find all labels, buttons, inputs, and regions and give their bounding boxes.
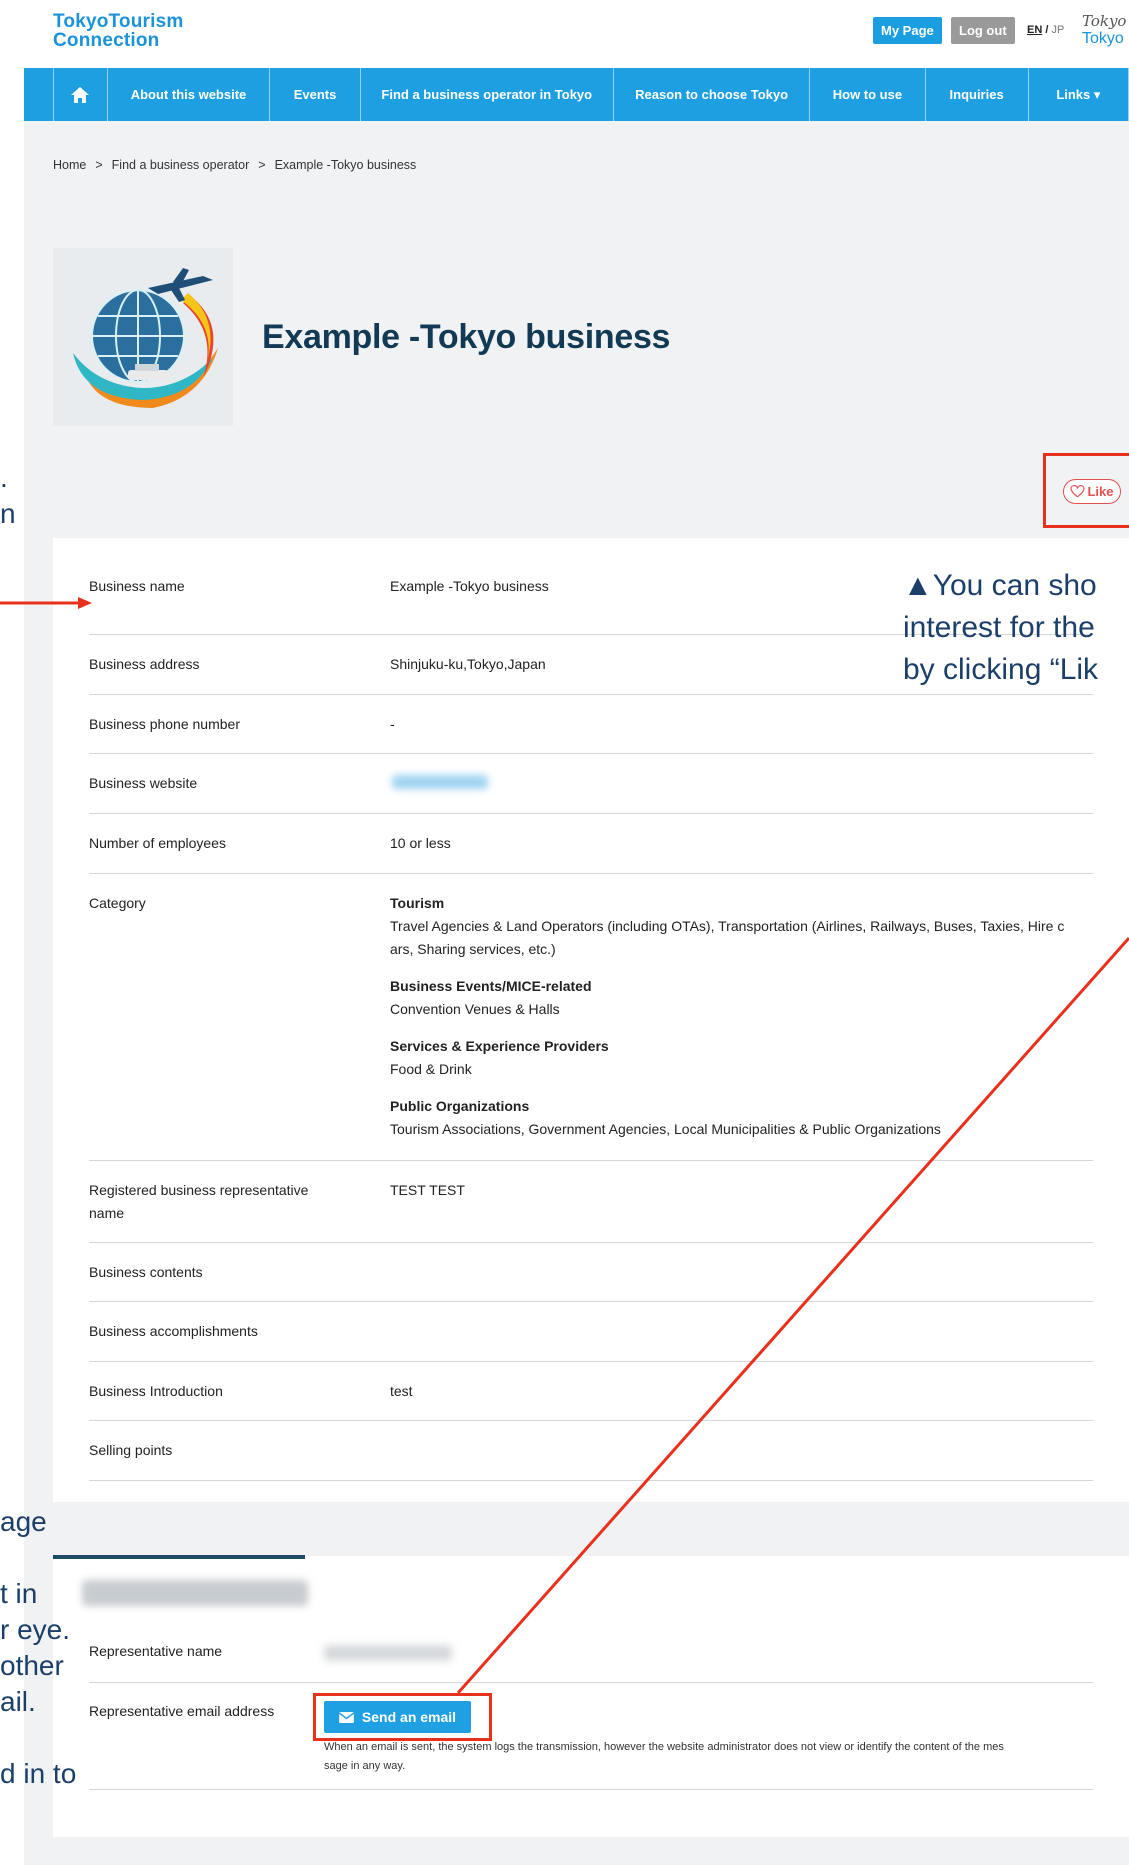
annotation-fragment-line bbox=[0, 1720, 80, 1756]
home-icon bbox=[71, 86, 90, 103]
annotation-fragment-line: r eye. bbox=[0, 1614, 71, 1645]
representative-email-label: Representative email address bbox=[89, 1703, 275, 1719]
detail-label: Number of employees bbox=[89, 835, 226, 851]
detail-label: Category bbox=[89, 895, 146, 911]
breadcrumb: Home > Find a business operator > Example -T… bbox=[53, 158, 416, 172]
divider bbox=[89, 1789, 1093, 1790]
representative-name-value bbox=[324, 1645, 452, 1661]
email-disclaimer-line-2: sage in any way. bbox=[324, 1760, 406, 1772]
detail-label: Business name bbox=[89, 578, 185, 594]
globe-airplane-icon bbox=[53, 248, 233, 426]
tokyo-brand-logo[interactable]: Tokyo Tokyo bbox=[1082, 12, 1129, 52]
language-switcher: EN / JP bbox=[1027, 24, 1064, 36]
annotation-fragment-line: t in bbox=[0, 1578, 38, 1609]
annotation-fragment-bottom: age t in r eye. other ail. d in to bbox=[0, 1504, 80, 1792]
detail-row: Category Tourism Travel Agencies & Land … bbox=[89, 874, 1093, 1161]
tokyo-logo-text: Tokyo bbox=[1082, 30, 1124, 47]
breadcrumb-home[interactable]: Home bbox=[53, 158, 86, 172]
detail-row: Business accomplishments bbox=[89, 1302, 1093, 1362]
nav-home[interactable] bbox=[53, 68, 107, 121]
annotation-fragment-line: . bbox=[0, 462, 8, 493]
detail-label: Business phone number bbox=[89, 716, 240, 732]
logout-button[interactable]: Log out bbox=[951, 17, 1015, 44]
send-email-highlight-box bbox=[313, 1693, 492, 1741]
breadcrumb-separator: > bbox=[258, 158, 266, 172]
page-title: Example -Tokyo business bbox=[262, 318, 671, 356]
like-highlight-box bbox=[1043, 453, 1129, 528]
nav-inquiries[interactable]: Inquiries bbox=[924, 68, 1028, 121]
representative-tab-indicator bbox=[53, 1555, 305, 1559]
brand-line-2: Connection bbox=[53, 30, 160, 51]
annotation-fragment-line: other bbox=[0, 1650, 64, 1681]
detail-row: Business Introduction test bbox=[89, 1362, 1093, 1421]
lang-jp-link[interactable]: JP bbox=[1051, 24, 1064, 36]
category-heading: Public Organizations bbox=[390, 1098, 530, 1114]
detail-row: Business website bbox=[89, 754, 1093, 814]
annotation-fragment-line: d in to bbox=[0, 1758, 77, 1789]
representative-section-title bbox=[82, 1580, 308, 1606]
detail-label: Business address bbox=[89, 656, 200, 672]
category-list: Tourism Travel Agencies & Land Operators… bbox=[390, 892, 1095, 1141]
category-items: Tourism Associations, Government Agencie… bbox=[390, 1121, 941, 1137]
annotation-text-like: ▲You can sho interest for the by clickin… bbox=[903, 565, 1098, 691]
annotation-line-1: ▲You can sho bbox=[903, 569, 1097, 602]
detail-label: Business contents bbox=[89, 1264, 203, 1280]
detail-label: Business website bbox=[89, 775, 198, 791]
annotation-fragment-line: n bbox=[0, 498, 16, 529]
breadcrumb-separator: > bbox=[95, 158, 103, 172]
divider bbox=[89, 1682, 1093, 1683]
category-items: Food & Drink bbox=[390, 1061, 472, 1077]
breadcrumb-current: Example -Tokyo business bbox=[274, 158, 417, 172]
lang-en-link[interactable]: EN bbox=[1027, 24, 1042, 36]
detail-value: - bbox=[390, 716, 395, 732]
detail-label: Selling points bbox=[89, 1442, 173, 1458]
annotation-fragment-top: . n bbox=[0, 460, 20, 532]
tokyo-logo-script: Tokyo bbox=[1082, 12, 1127, 30]
detail-value: 10 or less bbox=[390, 835, 451, 851]
nav-links[interactable]: Links ▾ bbox=[1027, 68, 1129, 121]
nav-about[interactable]: About this website bbox=[106, 68, 270, 121]
detail-row: Selling points bbox=[89, 1421, 1093, 1481]
annotation-line-3: by clicking “Lik bbox=[903, 653, 1099, 686]
category-heading: Services & Experience Providers bbox=[390, 1038, 609, 1054]
detail-label: Registered business representative name bbox=[89, 1182, 309, 1221]
nav-events[interactable]: Events bbox=[269, 68, 359, 121]
detail-row: Business contents bbox=[89, 1243, 1093, 1302]
my-page-button[interactable]: My Page bbox=[873, 17, 942, 44]
representative-name-label: Representative name bbox=[89, 1643, 223, 1659]
breadcrumb-find-operator[interactable]: Find a business operator bbox=[112, 158, 250, 172]
business-logo bbox=[53, 248, 233, 426]
detail-row: Number of employees 10 or less bbox=[89, 814, 1093, 874]
business-website-link[interactable] bbox=[392, 775, 488, 789]
detail-label: Business Introduction bbox=[89, 1383, 223, 1399]
category-items: Travel Agencies & Land Operators (includ… bbox=[390, 918, 1065, 934]
annotation-fragment-line bbox=[0, 1540, 80, 1576]
annotation-line-2: interest for the bbox=[903, 611, 1095, 644]
category-items: ars, Sharing services, etc.) bbox=[390, 941, 556, 957]
detail-value: test bbox=[390, 1383, 413, 1399]
annotation-fragment-line: age bbox=[0, 1506, 47, 1537]
detail-row: Registered business representative name … bbox=[89, 1161, 1093, 1243]
nav-find-operator[interactable]: Find a business operator in Tokyo bbox=[359, 68, 613, 121]
detail-value: TEST TEST bbox=[390, 1182, 465, 1198]
main-nav: About this website Events Find a busines… bbox=[24, 68, 1129, 121]
category-heading: Business Events/MICE-related bbox=[390, 978, 592, 994]
category-items: Convention Venues & Halls bbox=[390, 1001, 560, 1017]
nav-reason[interactable]: Reason to choose Tokyo bbox=[612, 68, 810, 121]
annotation-fragment-line: ail. bbox=[0, 1686, 36, 1717]
email-disclaimer: When an email is sent, the system logs t… bbox=[324, 1738, 1094, 1776]
lang-separator: / bbox=[1045, 24, 1049, 36]
site-logo[interactable]: TokyoTourism Connection bbox=[53, 12, 183, 50]
nav-how-to-use[interactable]: How to use bbox=[809, 68, 924, 121]
detail-label: Business accomplishments bbox=[89, 1323, 258, 1339]
detail-row: Business phone number - bbox=[89, 695, 1093, 754]
category-heading: Tourism bbox=[390, 895, 445, 911]
brand-line-1: TokyoTourism bbox=[53, 11, 184, 32]
